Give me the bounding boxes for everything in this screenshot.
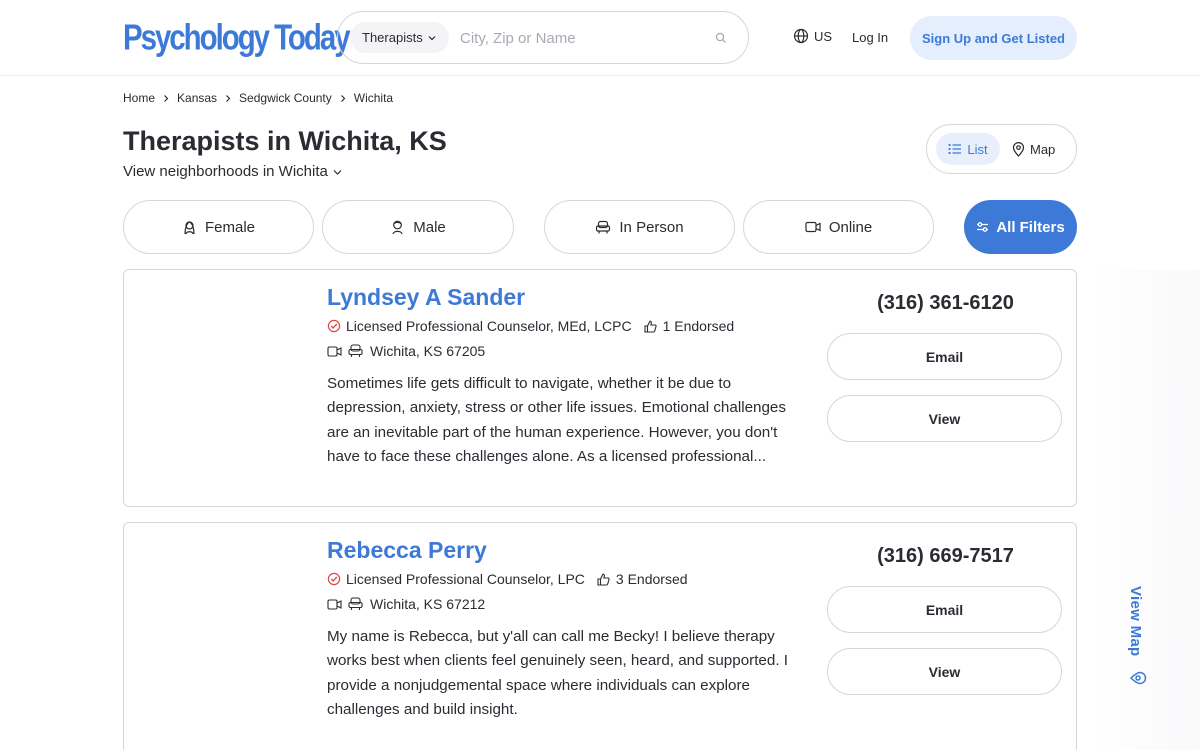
verified-icon (327, 319, 341, 333)
search-bar: Therapists (337, 11, 749, 64)
filter-online-label: Online (828, 218, 873, 236)
therapist-phone[interactable]: (316) 361-6120 (827, 292, 1064, 315)
email-button[interactable]: Email (827, 333, 1062, 380)
video-icon (805, 221, 821, 233)
therapist-card[interactable]: Lyndsey A Sander Licensed Professional C… (123, 269, 1077, 507)
country-selector[interactable]: US (793, 28, 832, 44)
list-view-label: List (967, 141, 988, 157)
search-icon[interactable] (715, 32, 727, 44)
verified-icon (327, 572, 341, 586)
filter-in-person-label: In Person (619, 218, 684, 236)
login-link[interactable]: Log In (852, 30, 888, 45)
therapist-bio: Sometimes life gets difficult to navigat… (327, 375, 786, 465)
neighborhoods-label: View neighborhoods in Wichita (123, 163, 328, 180)
filter-female-label: Female (204, 218, 256, 236)
globe-icon (793, 28, 809, 44)
search-input[interactable] (460, 26, 700, 50)
country-label: US (814, 28, 833, 44)
all-filters-button[interactable]: All Filters (964, 200, 1077, 254)
signup-button[interactable]: Sign Up and Get Listed (910, 16, 1077, 60)
map-icon (1128, 668, 1148, 688)
search-type-label: Therapists (362, 30, 423, 45)
breadcrumb-city[interactable]: Wichita (354, 91, 393, 105)
filter-female[interactable]: Female (123, 200, 314, 254)
video-icon (327, 598, 342, 610)
all-filters-label: All Filters (996, 218, 1065, 236)
in-person-icon (348, 597, 363, 611)
male-icon (390, 219, 405, 235)
in-person-icon (595, 220, 611, 235)
therapist-credentials-row: Licensed Professional Counselor, LPC 3 E… (327, 571, 688, 587)
view-button[interactable]: View (827, 395, 1062, 442)
thumbs-up-icon (644, 320, 657, 333)
view-map-tab[interactable]: View Map (1124, 586, 1152, 688)
view-button[interactable]: View (827, 648, 1062, 695)
credentials-text: Licensed Professional Counselor, LPC (346, 571, 585, 587)
therapist-phone[interactable]: (316) 669-7517 (827, 545, 1064, 568)
endorsed-count: 3 Endorsed (615, 571, 688, 587)
site-header: Psychology Today Therapists US Log In Si… (0, 0, 1200, 76)
video-icon (327, 345, 342, 357)
view-map-label: View Map (1127, 586, 1144, 657)
psychology-today-logo[interactable]: Psychology Today (123, 17, 351, 58)
therapist-credentials-row: Licensed Professional Counselor, MEd, LC… (327, 318, 734, 334)
female-icon (182, 219, 197, 235)
list-icon (948, 143, 962, 155)
therapist-name[interactable]: Rebecca Perry (327, 537, 487, 564)
chevron-down-icon (427, 33, 437, 43)
therapist-location-row: Wichita, KS 67212 (327, 596, 485, 612)
chevron-right-icon (339, 94, 347, 103)
filter-in-person[interactable]: In Person (544, 200, 735, 254)
list-view-button[interactable]: List (936, 133, 1000, 165)
map-view-button[interactable]: Map (1012, 133, 1055, 165)
therapist-name[interactable]: Lyndsey A Sander (327, 284, 525, 311)
therapist-bio: My name is Rebecca, but y'all can call m… (327, 628, 788, 718)
page-title: Therapists in Wichita, KS (123, 126, 447, 156)
breadcrumb-home[interactable]: Home (123, 91, 155, 105)
in-person-icon (348, 344, 363, 358)
email-button[interactable]: Email (827, 586, 1062, 633)
credentials-text: Licensed Professional Counselor, MEd, LC… (346, 318, 632, 334)
map-pin-icon (1012, 141, 1025, 157)
chevron-right-icon (162, 94, 170, 103)
location-text: Wichita, KS 67205 (370, 343, 486, 359)
chevron-right-icon (224, 94, 232, 103)
search-type-dropdown[interactable]: Therapists (350, 22, 449, 53)
breadcrumb-county[interactable]: Sedgwick County (239, 91, 332, 105)
chevron-down-icon (332, 167, 343, 177)
location-text: Wichita, KS 67212 (370, 596, 486, 612)
sliders-icon (976, 221, 989, 233)
breadcrumb: Home Kansas Sedgwick County Wichita (123, 91, 393, 105)
therapist-location-row: Wichita, KS 67205 (327, 343, 485, 359)
view-toggle: List Map (926, 124, 1077, 174)
filter-male-label: Male (413, 218, 446, 236)
therapist-card[interactable]: Rebecca Perry Licensed Professional Coun… (123, 522, 1077, 750)
filter-male[interactable]: Male (322, 200, 514, 254)
breadcrumb-state[interactable]: Kansas (177, 91, 217, 105)
map-view-label: Map (1030, 141, 1056, 157)
neighborhoods-dropdown[interactable]: View neighborhoods in Wichita (123, 163, 343, 180)
thumbs-up-icon (597, 573, 610, 586)
filter-online[interactable]: Online (743, 200, 934, 254)
endorsed-count: 1 Endorsed (662, 318, 735, 334)
